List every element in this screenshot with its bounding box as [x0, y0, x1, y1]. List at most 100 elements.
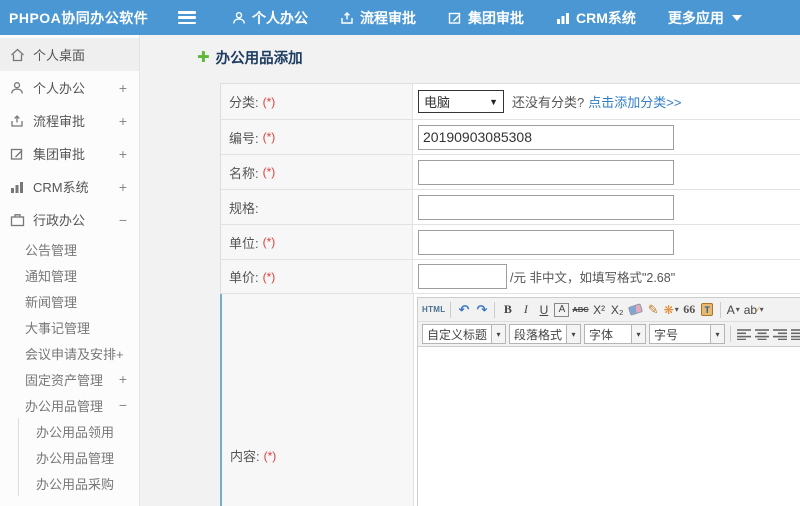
hamburger-menu-icon[interactable] [178, 11, 196, 24]
sidebar-item-events-mgmt[interactable]: 大事记管理 [0, 314, 139, 340]
subscript-button[interactable]: X₂ [610, 301, 625, 319]
sidebar-item-meeting-mgmt[interactable]: 会议申请及安排+ [0, 340, 139, 366]
underline-button[interactable]: U [536, 301, 551, 319]
align-center-icon[interactable] [754, 325, 769, 343]
code-input[interactable] [418, 124, 674, 150]
undo-icon[interactable]: ↶ [456, 301, 471, 319]
required-mark: (*) [262, 130, 276, 144]
nav-personal-office[interactable]: 个人办公 [232, 8, 308, 28]
nav-workflow-approval[interactable]: 流程审批 [340, 8, 416, 28]
unit-input[interactable] [418, 229, 674, 255]
unit-label: 单位: [229, 235, 259, 251]
spec-input[interactable] [418, 194, 674, 220]
italic-button[interactable]: I [518, 301, 533, 319]
form-row-category: 分类: (*) 电脑 ▼ 还没有分类? 点击添加分类>> [221, 84, 800, 120]
edit-note-icon [448, 11, 462, 25]
font-family-dropdown[interactable]: 字体 ▾ [584, 324, 647, 344]
format-painter-brush-icon[interactable]: ✎ [646, 301, 661, 319]
required-mark: (*) [263, 448, 277, 463]
bar-chart-icon [9, 179, 25, 195]
nav-group-approval[interactable]: 集团审批 [448, 8, 524, 28]
form-row-code: 编号: (*) [221, 120, 800, 155]
flow-arrow-icon [9, 113, 25, 129]
expand-icon[interactable]: + [119, 371, 127, 387]
top-header: PHPOA协同办公软件 个人办公 流程审批 集团审批 CRM系统 更多应用 [0, 0, 800, 35]
office-supplies-submenu: 办公用品领用 办公用品管理 办公用品采购 [18, 418, 139, 496]
content-label: 内容: [230, 449, 260, 464]
sidebar-item-workflow-approval[interactable]: 流程审批 + [0, 104, 139, 137]
expand-icon[interactable]: + [119, 113, 127, 129]
required-mark: (*) [262, 94, 276, 109]
form-row-name: 名称: (*) [221, 155, 800, 190]
name-input[interactable] [418, 159, 674, 185]
sidebar-item-personal-office[interactable]: 个人办公 + [0, 71, 139, 104]
paragraph-format-dropdown[interactable]: 段落格式 ▾ [509, 324, 582, 344]
expand-icon[interactable]: + [119, 146, 127, 162]
sidebar-item-group-approval[interactable]: 集团审批 + [0, 137, 139, 170]
select-caret-icon: ▼ [489, 96, 498, 107]
editor-content-area[interactable] [418, 347, 800, 506]
sidebar-item-supplies-purchase[interactable]: 办公用品采购 [19, 470, 139, 496]
category-hint: 还没有分类? [512, 95, 585, 110]
edit-note-icon [9, 146, 25, 162]
sidebar-item-crm[interactable]: CRM系统 + [0, 170, 139, 203]
page-title: ✚ 办公用品添加 [197, 49, 303, 67]
align-right-icon[interactable] [772, 325, 787, 343]
code-label: 编号: [229, 130, 259, 146]
person-icon [232, 11, 246, 25]
bold-button[interactable]: B [500, 301, 515, 319]
sidebar-item-fixed-assets[interactable]: 固定资产管理 + [0, 366, 139, 392]
collapse-icon[interactable]: − [119, 397, 127, 413]
add-category-link[interactable]: 点击添加分类>> [588, 92, 681, 111]
sidebar-item-supplies-manage[interactable]: 办公用品管理 [19, 444, 139, 470]
spec-label: 规格: [229, 200, 259, 216]
paste-as-text-icon[interactable]: T [700, 301, 715, 319]
form-row-content: 内容: (*) HTML ↶ ↷ B I U A ABC X² X₂ ✎ ❋ ▾… [220, 294, 800, 506]
caret-down-icon [731, 14, 742, 21]
align-justify-icon[interactable] [790, 325, 800, 343]
bar-chart-icon [556, 11, 570, 24]
font-color-dropdown[interactable]: A ▾ [726, 301, 741, 319]
align-left-icon[interactable] [736, 325, 751, 343]
category-select[interactable]: 电脑 ▼ [418, 90, 504, 113]
sidebar-item-admin-office[interactable]: 行政办公 − [0, 203, 139, 236]
sidebar-item-news-mgmt[interactable]: 新闻管理 [0, 288, 139, 314]
price-format-hint: /元 非中文，如填写格式"2.68" [510, 271, 676, 285]
expand-icon[interactable]: + [119, 179, 127, 195]
caret-down-icon: ▾ [759, 305, 764, 314]
supplies-add-form: 分类: (*) 电脑 ▼ 还没有分类? 点击添加分类>> 编号: (*) 名称:… [220, 83, 800, 506]
highlight-color-dropdown[interactable]: ab ∕ ▾ [744, 301, 764, 319]
add-plus-icon: ✚ [197, 49, 210, 66]
heading-style-dropdown[interactable]: 自定义标题 ▾ [422, 324, 507, 344]
sidebar-item-supplies-claim[interactable]: 办公用品领用 [19, 418, 139, 444]
sidebar: 个人桌面 个人办公 + 流程审批 + 集团审批 + CRM系统 + 行政办公 − [0, 35, 140, 506]
caret-down-icon: ▾ [566, 325, 581, 343]
app-logo: PHPOA协同办公软件 [9, 9, 149, 26]
form-row-unit: 单位: (*) [221, 225, 800, 260]
nav-crm-system[interactable]: CRM系统 [556, 8, 636, 28]
required-mark: (*) [262, 269, 276, 284]
nav-more-apps[interactable]: 更多应用 [668, 8, 742, 28]
form-row-price: 单价: (*) /元 非中文，如填写格式"2.68" [221, 260, 800, 294]
home-icon [9, 47, 25, 63]
sidebar-item-announcement-mgmt[interactable]: 公告管理 [0, 236, 139, 262]
caret-down-icon: ▾ [674, 305, 679, 314]
strikethrough-button[interactable]: ABC [572, 301, 588, 319]
superscript-button[interactable]: X² [592, 301, 607, 319]
font-size-dropdown[interactable]: 字号 ▾ [649, 324, 726, 344]
editor-toolbar-row2: 自定义标题 ▾ 段落格式 ▾ 字体 ▾ 字号 ▾ [418, 322, 800, 347]
remove-format-eraser-icon[interactable] [627, 301, 643, 319]
font-style-button[interactable]: A [554, 302, 570, 317]
clear-style-dropdown[interactable]: ❋ ▾ [664, 301, 679, 319]
blockquote-button[interactable]: 66 [682, 301, 697, 319]
sidebar-item-office-supplies-mgmt[interactable]: 办公用品管理 − [0, 392, 139, 418]
price-input[interactable] [418, 264, 507, 289]
html-source-button[interactable]: HTML [422, 301, 445, 319]
caret-down-icon: ▾ [631, 325, 646, 343]
expand-icon[interactable]: + [119, 80, 127, 96]
sidebar-item-notice-mgmt[interactable]: 通知管理 [0, 262, 139, 288]
sidebar-item-desktop[interactable]: 个人桌面 [0, 38, 139, 71]
redo-icon[interactable]: ↷ [474, 301, 489, 319]
collapse-icon[interactable]: − [119, 212, 127, 228]
form-row-spec: 规格: [221, 190, 800, 225]
